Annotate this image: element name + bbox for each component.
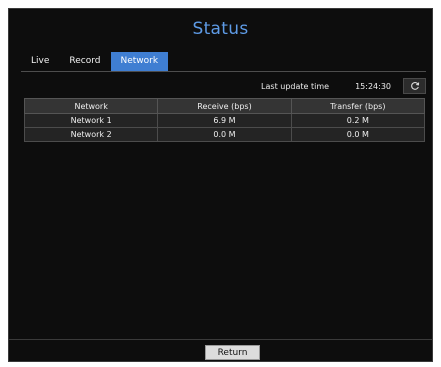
last-update-row: Last update time 15:24:30: [261, 77, 426, 95]
table-row: Network 1 6.9 M 0.2 M: [23, 113, 426, 128]
refresh-button[interactable]: [403, 78, 426, 94]
refresh-icon: [410, 82, 419, 90]
column-header-transfer: Transfer (bps): [290, 98, 426, 114]
network-name-cell: Network 2: [23, 127, 159, 142]
tab-record[interactable]: Record: [59, 52, 111, 71]
column-header-network: Network: [23, 98, 159, 114]
status-window: Status Live Record Network Last update t…: [8, 8, 433, 362]
window-title: Status: [192, 19, 249, 39]
table-header-row: Network Receive (bps) Transfer (bps): [23, 98, 426, 114]
receive-cell: 6.9 M: [157, 113, 292, 128]
last-update-label: Last update time: [261, 81, 330, 91]
network-name-cell: Network 1: [23, 113, 159, 128]
table-row: Network 2 0.0 M 0.0 M: [23, 127, 426, 142]
transfer-cell: 0.2 M: [290, 113, 426, 128]
footer-divider: [9, 339, 432, 340]
network-status-table: Network Receive (bps) Transfer (bps) Net…: [23, 98, 426, 142]
tab-network[interactable]: Network: [110, 52, 169, 71]
return-button[interactable]: Return: [205, 345, 260, 360]
last-update-time: 15:24:30: [355, 81, 391, 91]
tab-live[interactable]: Live: [21, 52, 60, 71]
tab-divider: [21, 71, 426, 72]
transfer-cell: 0.0 M: [290, 127, 426, 142]
column-header-receive: Receive (bps): [157, 98, 292, 114]
receive-cell: 0.0 M: [157, 127, 292, 142]
tab-bar: Live Record Network: [21, 52, 169, 71]
